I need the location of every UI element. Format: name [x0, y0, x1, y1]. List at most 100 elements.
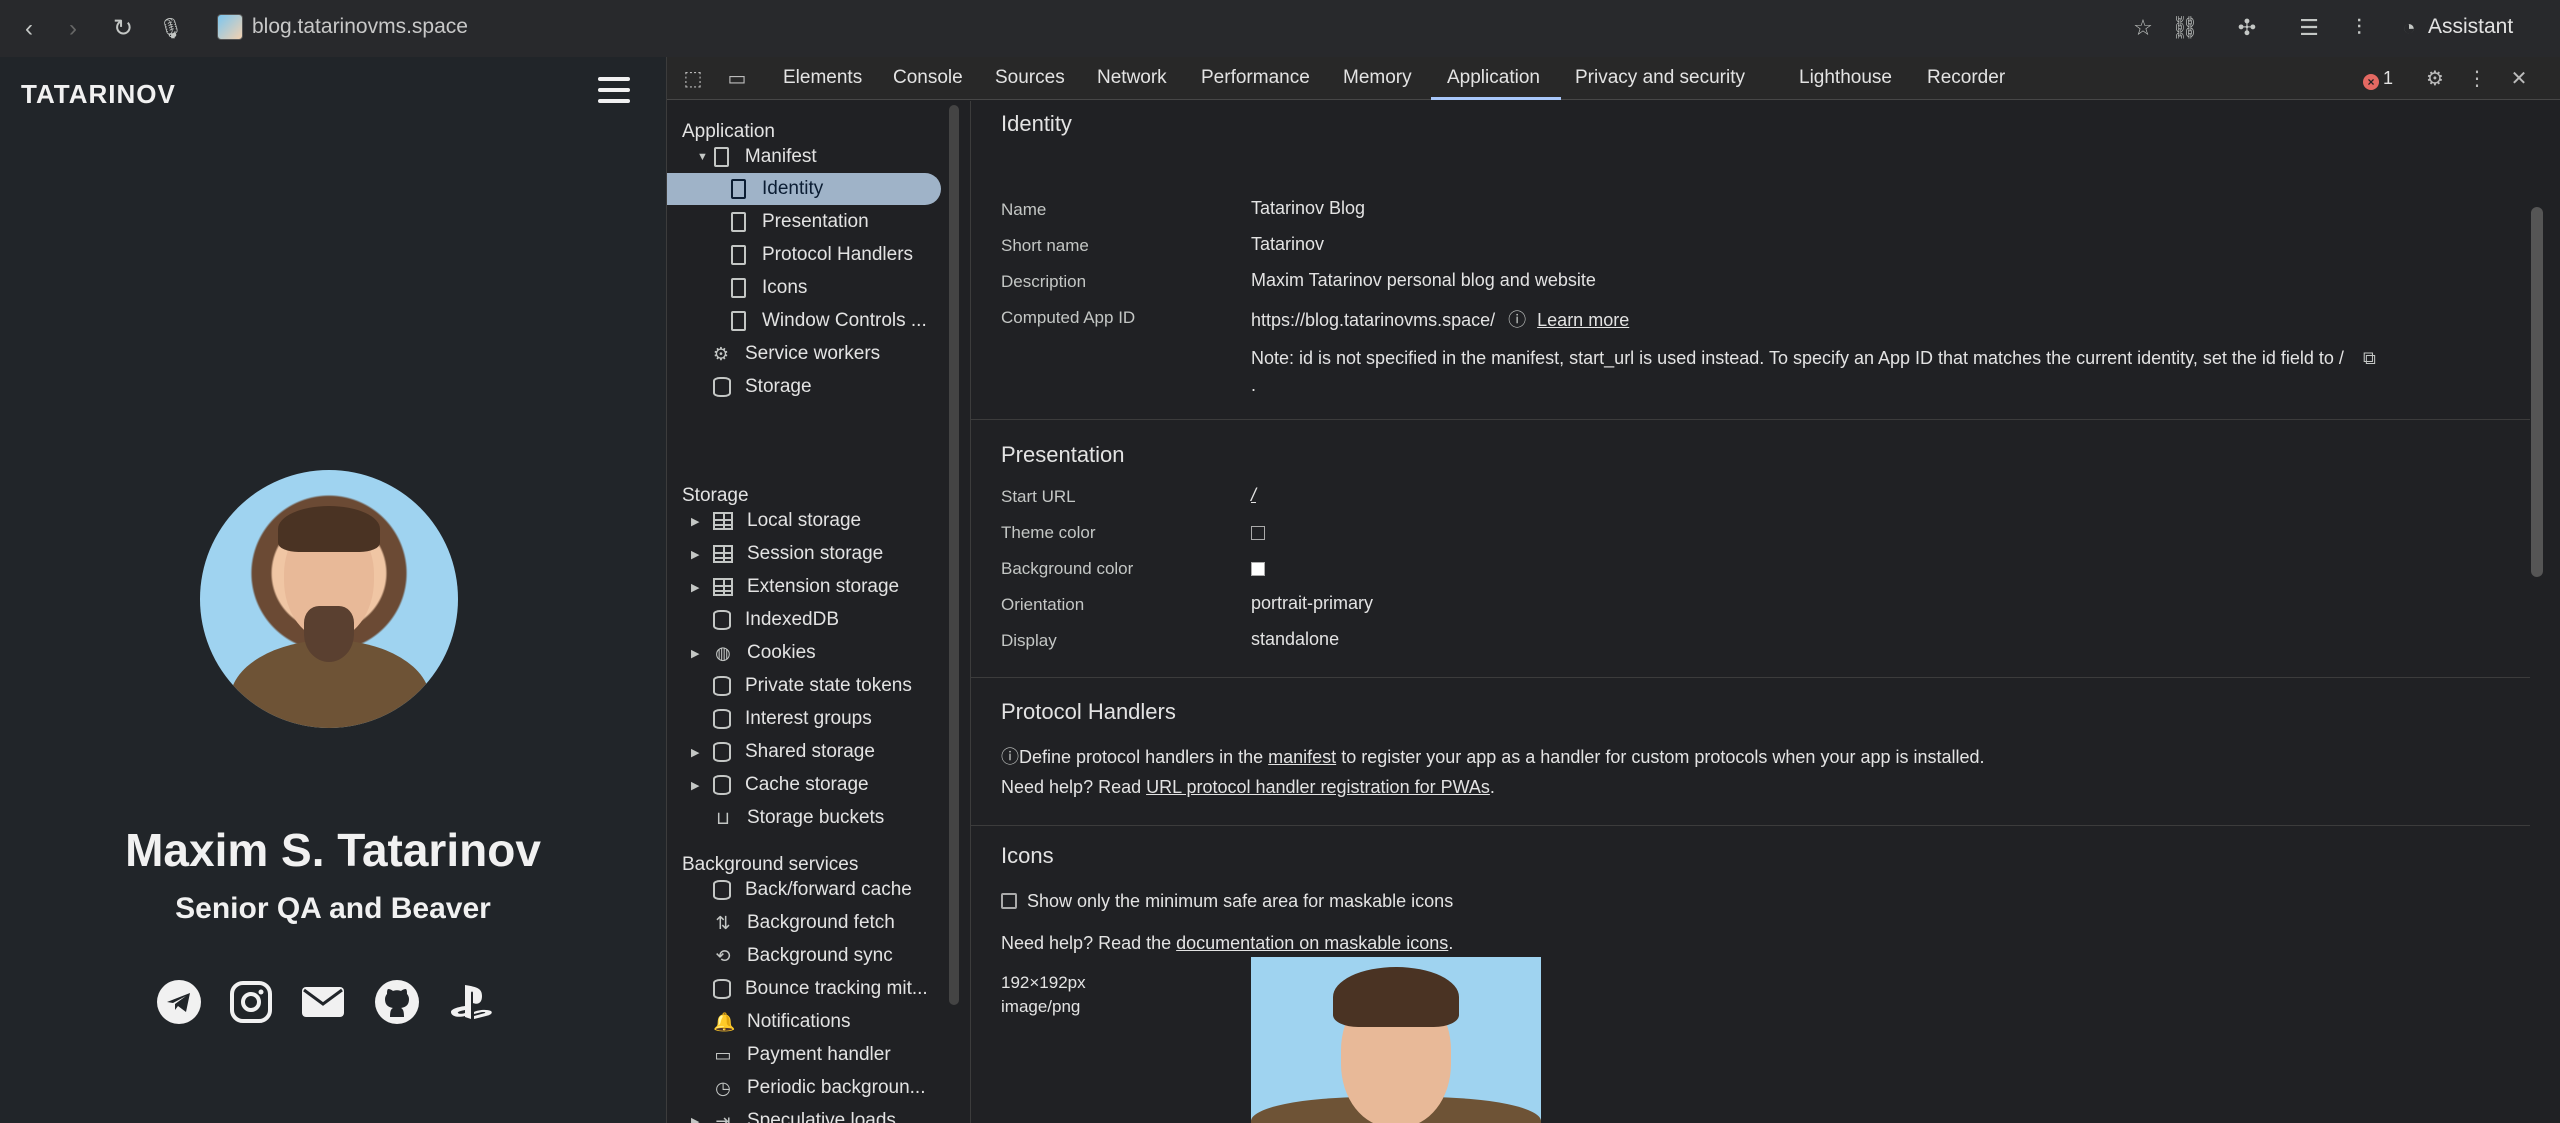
display-value: standalone: [1251, 629, 1340, 649]
expand-arrow-icon[interactable]: ▶: [691, 1115, 699, 1123]
reload-icon[interactable]: ↻: [108, 14, 138, 44]
maskable-checkbox-row[interactable]: Show only the minimum safe area for mask…: [1001, 891, 1453, 912]
sidebar-item-indexeddb[interactable]: IndexedDB: [713, 604, 839, 636]
manifest-link[interactable]: manifest: [1268, 747, 1336, 767]
sidebar-item-session-storage[interactable]: ▶ Session storage: [691, 538, 884, 570]
sidebar-item-bounce-tracking-mit[interactable]: Bounce tracking mit...: [713, 973, 928, 1005]
identity-short-name-label: Short name: [1001, 236, 1089, 255]
close-devtools-icon[interactable]: ✕: [2505, 65, 2533, 93]
sidebar-item-protocol-handlers[interactable]: Protocol Handlers: [731, 239, 913, 271]
site-brand[interactable]: TATARINOV: [21, 79, 176, 110]
telegram-icon[interactable]: [156, 979, 202, 1025]
extensions-icon[interactable]: ✣: [2232, 13, 2262, 43]
sidebar-item-label: Background sync: [747, 945, 893, 966]
site-favicon: [217, 14, 243, 40]
instagram-icon[interactable]: [228, 979, 274, 1025]
copy-icon[interactable]: ⧉: [2363, 348, 2376, 368]
sidebar-item-back-forward-cache[interactable]: Back/forward cache: [713, 874, 912, 906]
expand-arrow-icon[interactable]: ▶: [691, 581, 699, 594]
expand-arrow-icon[interactable]: ▶: [691, 746, 699, 759]
sidebar-item-label: Storage: [745, 376, 812, 397]
tab-application[interactable]: Application: [1447, 67, 1540, 89]
sidebar-item-notifications[interactable]: 🔔 Notifications: [713, 1006, 851, 1038]
sidebar-item-shared-storage[interactable]: ▶ Shared storage: [691, 736, 875, 768]
start-url-link[interactable]: /: [1251, 485, 1256, 506]
sidebar-item-extension-storage[interactable]: ▶ Extension storage: [691, 571, 900, 603]
share-link-icon[interactable]: ⛓: [2170, 13, 2200, 43]
maskable-checkbox[interactable]: [1001, 893, 1017, 909]
person-role: Senior QA and Beaver: [175, 892, 491, 925]
hamburger-menu-icon[interactable]: [598, 77, 630, 107]
tab-lighthouse[interactable]: Lighthouse: [1799, 67, 1892, 89]
inspect-element-icon[interactable]: ⬚: [679, 65, 707, 93]
expand-arrow-icon[interactable]: ▶: [691, 647, 699, 660]
tab-recorder[interactable]: Recorder: [1927, 67, 2005, 89]
bookmark-star-icon[interactable]: ☆: [2128, 13, 2158, 43]
tab-privacy-security[interactable]: Privacy and security: [1575, 67, 1745, 89]
sidebar-item-icons[interactable]: Icons: [731, 272, 807, 304]
theme-color-swatch[interactable]: [1251, 522, 1265, 543]
maskable-checkbox-label: Show only the minimum safe area for mask…: [1027, 891, 1454, 911]
sidebar-item-label: IndexedDB: [745, 609, 840, 630]
sidebar-scrollbar[interactable]: [949, 105, 959, 1005]
forward-icon[interactable]: ›: [58, 14, 88, 44]
tab-performance[interactable]: Performance: [1201, 67, 1310, 89]
protocol-handler-docs-link[interactable]: URL protocol handler registration for PW…: [1146, 777, 1490, 797]
tab-elements[interactable]: Elements: [783, 67, 862, 89]
assistant-button[interactable]: Assistant: [2428, 15, 2513, 39]
settings-gear-icon[interactable]: ⚙: [2421, 65, 2449, 93]
info-icon: ⓘ: [1001, 747, 1019, 767]
assistant-icon[interactable]: ◔: [2394, 13, 2424, 43]
sidebar-item-manifest[interactable]: ▼ Manifest: [693, 141, 943, 173]
theme-color-label: Theme color: [1001, 523, 1096, 542]
learn-more-link[interactable]: Learn more: [1537, 310, 1629, 330]
sidebar-item-payment-handler[interactable]: ▭ Payment handler: [713, 1039, 890, 1071]
error-counter[interactable]: × 1: [2363, 68, 2393, 90]
more-options-icon[interactable]: ⋮: [2463, 65, 2491, 93]
sidebar-item-periodic-backgroun[interactable]: ◷ Periodic backgroun...: [713, 1072, 925, 1104]
tab-console[interactable]: Console: [893, 67, 963, 89]
sidebar-item-background-fetch[interactable]: ⇅ Background fetch: [713, 907, 894, 939]
tab-network[interactable]: Network: [1097, 67, 1167, 89]
tab-sources[interactable]: Sources: [995, 67, 1065, 89]
sidebar-item-service-workers[interactable]: ⚙ Service workers: [711, 338, 880, 370]
sidebar-item-presentation[interactable]: Presentation: [731, 206, 869, 238]
device-toolbar-icon[interactable]: ▭: [723, 65, 751, 93]
playstation-icon[interactable]: [448, 979, 494, 1025]
sidebar-item-cache-storage[interactable]: ▶ Cache storage: [691, 769, 869, 801]
sidebar-item-speculative-loads[interactable]: ▶ ⇥ Speculative loads: [691, 1105, 896, 1123]
background-color-swatch[interactable]: [1251, 558, 1265, 579]
section-divider: [971, 677, 2530, 678]
help-circle-icon[interactable]: ⓘ: [1508, 310, 1526, 330]
reading-list-icon[interactable]: ☰: [2294, 13, 2324, 43]
sidebar-item-storage-buckets[interactable]: ⊔ Storage buckets: [713, 802, 884, 834]
expand-arrow-icon[interactable]: ▶: [691, 515, 699, 528]
sidebar-item-storage[interactable]: Storage: [713, 371, 812, 403]
audio-wave-icon[interactable]: ⫶: [2344, 13, 2374, 43]
expand-arrow-icon[interactable]: ▶: [691, 548, 699, 561]
manifest-pane: Identity Name Tatarinov Blog Short name …: [970, 101, 2530, 1123]
expand-arrow-icon[interactable]: ▶: [691, 779, 699, 792]
microphone-icon[interactable]: 🎙: [156, 14, 186, 44]
bell-icon: 🔔: [713, 1012, 736, 1032]
back-icon[interactable]: ‹: [14, 14, 44, 44]
file-icon: [731, 245, 746, 265]
sidebar-item-window-controls[interactable]: Window Controls ...: [731, 305, 927, 337]
sidebar-item-interest-groups[interactable]: Interest groups: [713, 703, 872, 735]
address-bar[interactable]: blog.tatarinovms.space: [252, 15, 468, 39]
manifest-scrollbar[interactable]: [2531, 207, 2543, 577]
maskable-docs-link[interactable]: documentation on maskable icons: [1176, 933, 1448, 953]
identity-note-tail: .: [1251, 375, 1257, 395]
sidebar-item-label: Session storage: [747, 543, 884, 564]
email-icon[interactable]: [300, 979, 346, 1025]
sidebar-item-cookies[interactable]: ▶ ◍ Cookies: [691, 637, 816, 669]
sidebar-item-background-sync[interactable]: ⟲ Background sync: [713, 940, 893, 972]
sidebar-item-label: Window Controls ...: [762, 310, 927, 331]
tab-memory[interactable]: Memory: [1343, 67, 1412, 89]
sidebar-item-local-storage[interactable]: ▶ Local storage: [691, 505, 861, 537]
sidebar-item-identity[interactable]: Identity: [667, 173, 941, 205]
github-icon[interactable]: [374, 979, 420, 1025]
sidebar-item-label: Extension storage: [747, 576, 900, 597]
sidebar-item-private-state-tokens[interactable]: Private state tokens: [713, 670, 912, 702]
icon-size: 192×192px: [1001, 973, 1086, 992]
